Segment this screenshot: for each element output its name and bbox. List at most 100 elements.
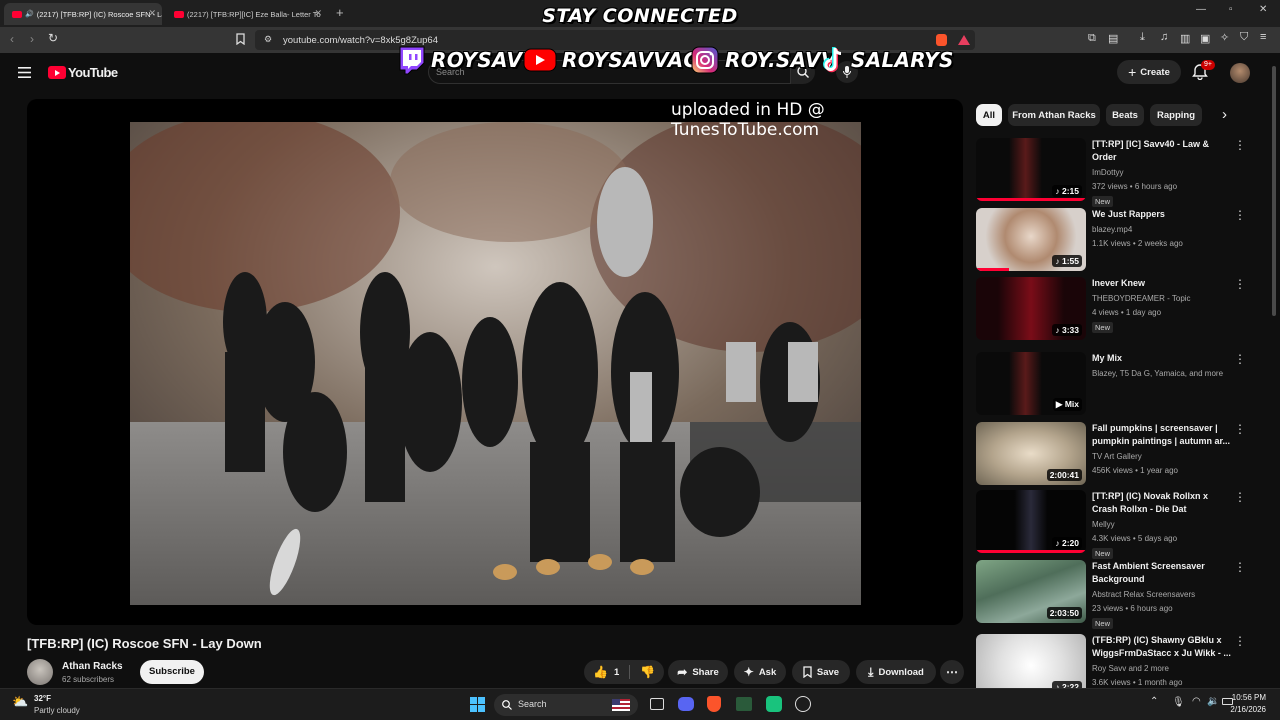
avatar[interactable] (1230, 63, 1250, 83)
back-arrow-icon[interactable]: ‹ (10, 32, 14, 46)
chip-rapping[interactable]: Rapping (1150, 104, 1202, 126)
more-actions-button[interactable]: ⋯ (940, 660, 964, 684)
video-frame[interactable] (130, 122, 861, 605)
more-options-icon[interactable]: ⋮ (1234, 560, 1246, 574)
social-youtube: ROYSAVVAGE (523, 45, 714, 75)
video-thumbnail[interactable]: ▶ Mix (976, 352, 1086, 415)
social-instagram: ROY.SAVV (690, 45, 837, 75)
video-thumbnail[interactable]: ♪ 1:55 (976, 208, 1086, 271)
wallet-icon[interactable]: ▣ (1200, 32, 1210, 45)
recommended-video[interactable]: ▶ Mix My Mix Blazey, T5 Da G, Yamaica, and… (976, 352, 1266, 418)
windows-start-icon[interactable] (470, 697, 485, 712)
recommended-channel[interactable]: Blazey, T5 Da G, Yamaica, and more (1092, 367, 1223, 381)
reload-icon[interactable]: ↻ (48, 31, 58, 45)
more-options-icon[interactable]: ⋮ (1234, 352, 1246, 366)
media-icon[interactable]: ♫ (1160, 31, 1168, 43)
download-button[interactable]: ⤓ Download (856, 660, 936, 684)
xbox-icon[interactable] (736, 697, 752, 711)
clock-time[interactable]: 10:56 PM (1226, 693, 1266, 702)
chevron-up-icon[interactable]: ⌃ (1150, 696, 1158, 707)
recommended-title[interactable]: Fall pumpkins | screensaver | pumpkin pa… (1092, 422, 1232, 448)
recommended-video[interactable]: ♪ 1:55 We Just Rappers blazey.mp4 1.1K view… (976, 208, 1266, 274)
video-thumbnail[interactable]: 2:00:41 (976, 422, 1086, 485)
more-options-icon[interactable]: ⋮ (1234, 634, 1246, 648)
bookmark-icon[interactable] (236, 33, 245, 45)
subscribe-button[interactable]: Subscribe (140, 660, 204, 684)
more-options-icon[interactable]: ⋮ (1234, 277, 1246, 291)
windows-taskbar: ⛅ 32°F Partly cloudy Search ⌃ 🎙 ◠ 🔉 10:5… (0, 688, 1280, 720)
more-options-icon[interactable]: ⋮ (1234, 208, 1246, 222)
video-player[interactable]: uploaded in HD @ TunesToTube.com (27, 99, 963, 625)
taskbar-search[interactable]: Search (494, 694, 638, 716)
download-icon[interactable]: ⤓ (1140, 31, 1145, 44)
youtube-logo[interactable]: YouTube (48, 65, 118, 80)
social-tiktok: SALARYS (820, 45, 954, 75)
social-twitch: ROYSAVV (396, 45, 538, 75)
chevron-right-icon[interactable]: › (1222, 106, 1227, 123)
notifications-button[interactable]: 9+ (1192, 60, 1215, 80)
divider (629, 665, 631, 679)
dislike-button[interactable]: 👎 (640, 665, 655, 679)
youtube-icon (523, 48, 557, 72)
reading-list-icon[interactable]: ▥ (1180, 32, 1190, 45)
recommended-title[interactable]: [TT:RP] [IC] Savv40 - Law & Order (1092, 138, 1232, 164)
save-button[interactable]: Save (792, 660, 850, 684)
recommended-channel[interactable]: blazey.mp4 (1092, 223, 1132, 237)
video-thumbnail[interactable]: ♪ 2:20 (976, 490, 1086, 553)
like-button[interactable]: 👍 1 (584, 665, 619, 679)
recommended-video[interactable]: ♪ 2:15 [TT:RP] [IC] Savv40 - Law & Order I… (976, 138, 1266, 207)
task-view-icon[interactable] (650, 698, 664, 710)
menu-icon[interactable]: ≡ (1260, 31, 1266, 43)
recommended-title[interactable]: [TT:RP] (IC) Novak Rollxn x Crash Rollxn… (1092, 490, 1232, 516)
leo-ai-icon[interactable]: ✧ (1220, 31, 1229, 44)
recommended-title[interactable]: Fast Ambient Screensaver Background (1092, 560, 1232, 586)
recommended-title[interactable]: We Just Rappers (1092, 208, 1232, 221)
chip-from-channel[interactable]: From Athan Racks (1008, 104, 1100, 126)
chip-beats[interactable]: Beats (1106, 104, 1144, 126)
recommended-channel[interactable]: ImDottyy (1092, 166, 1124, 180)
recommended-channel[interactable]: Mellyy (1092, 518, 1115, 532)
channel-avatar[interactable] (27, 659, 53, 685)
app-green-icon[interactable] (766, 696, 782, 712)
weather-icon[interactable]: ⛅ (12, 694, 28, 710)
recommended-title[interactable]: (TFB:RP) (IC) Shawny GBklu x WiggsFrmDaS… (1092, 634, 1232, 660)
extensions-icon[interactable]: ⧉ (1088, 32, 1096, 45)
hamburger-menu-icon[interactable] (18, 67, 31, 78)
video-thumbnail[interactable]: ♪ 2:15 (976, 138, 1086, 201)
recommended-channel[interactable]: THEBOYDREAMER - Topic (1092, 292, 1191, 306)
more-options-icon[interactable]: ⋮ (1234, 422, 1246, 436)
page-scrollbar[interactable] (1272, 66, 1276, 316)
forward-arrow-icon[interactable]: › (30, 32, 34, 46)
sidebar-icon[interactable]: ▤ (1108, 32, 1118, 45)
brave-browser-icon[interactable] (707, 696, 721, 712)
wifi-icon[interactable]: ◠ (1192, 696, 1201, 707)
volume-icon[interactable]: 🔉 (1207, 696, 1219, 707)
microphone-icon[interactable]: 🎙 (1172, 697, 1185, 708)
vpn-icon[interactable]: ⛉ (1240, 31, 1248, 44)
clock-date[interactable]: 2/16/2026 (1220, 705, 1266, 714)
recommended-video[interactable]: 2:03:50 Fast Ambient Screensaver Backgrou… (976, 560, 1266, 629)
video-thumbnail[interactable]: ♪ 3:33 (976, 277, 1086, 340)
video-thumbnail[interactable]: 2:03:50 (976, 560, 1086, 623)
instagram-icon (691, 46, 719, 74)
recommended-video[interactable]: ♪ 3:33 Inever Knew THEBOYDREAMER - Topic 4 … (976, 277, 1266, 343)
recommended-channel[interactable]: Abstract Relax Screensavers (1092, 588, 1195, 602)
share-button[interactable]: ➦ Share (668, 660, 728, 684)
media-player-icon[interactable] (795, 696, 811, 712)
recommended-channel[interactable]: TV Art Gallery (1092, 450, 1142, 464)
recommended-channel[interactable]: Roy Savv and 2 more (1092, 662, 1169, 676)
recommended-title[interactable]: My Mix (1092, 352, 1232, 365)
recommended-video[interactable]: 2:00:41 Fall pumpkins | screensaver | pum… (976, 422, 1266, 488)
ask-button[interactable]: ✦ Ask (734, 660, 786, 684)
more-options-icon[interactable]: ⋮ (1234, 138, 1246, 152)
site-settings-icon[interactable]: ⚙ (264, 34, 272, 45)
recommended-stats: 4.3K views • 5 days ago (1092, 534, 1178, 543)
brave-rewards-icon[interactable] (958, 35, 970, 45)
recommended-title[interactable]: Inever Knew (1092, 277, 1232, 290)
create-button[interactable]: + Create (1117, 60, 1181, 84)
channel-name[interactable]: Athan Racks (62, 661, 123, 672)
chip-all[interactable]: All (976, 104, 1002, 126)
more-options-icon[interactable]: ⋮ (1234, 490, 1246, 504)
discord-icon[interactable] (678, 697, 694, 711)
recommended-video[interactable]: ♪ 2:20 [TT:RP] (IC) Novak Rollxn x Crash … (976, 490, 1266, 559)
